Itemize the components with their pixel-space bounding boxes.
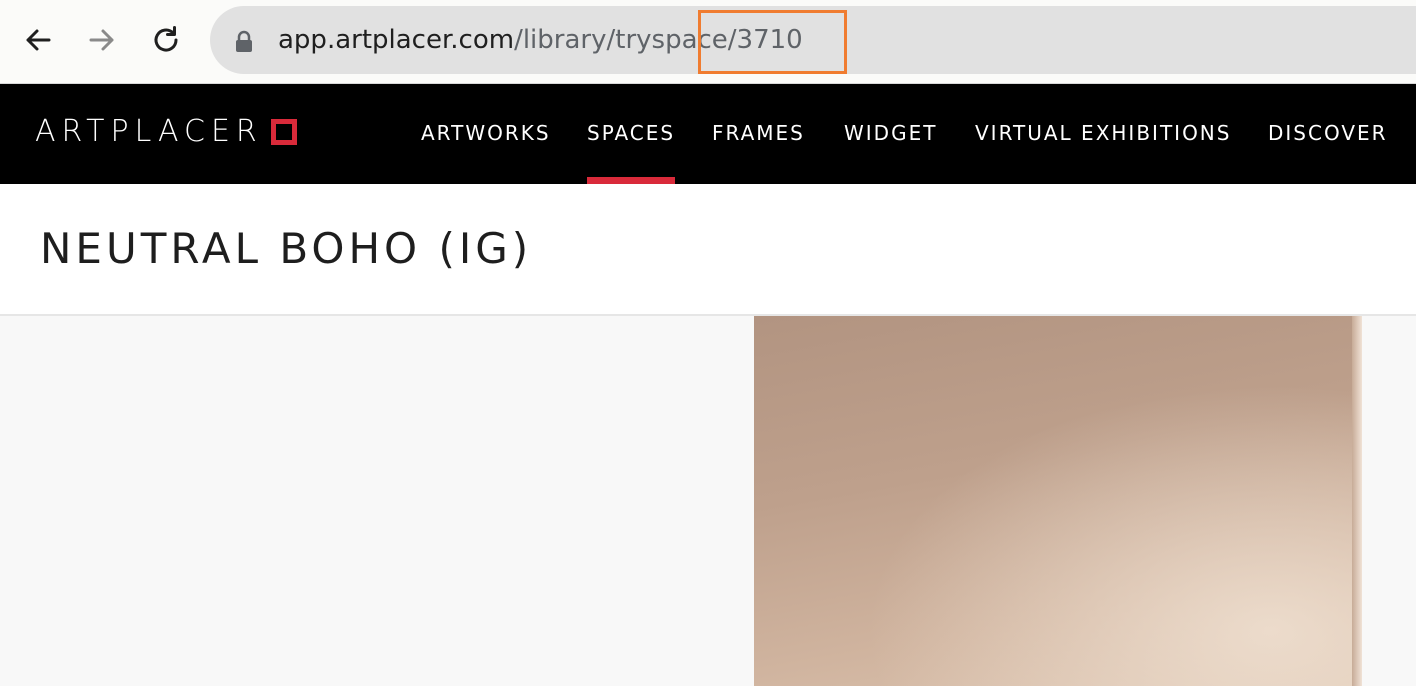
logo-square-icon [270,118,297,145]
page-title: NEUTRAL BOHO (IG) [40,224,533,273]
wall-edge [1352,316,1362,686]
lock-icon [236,30,252,52]
url-path: /library/tryspace/3710 [514,25,803,55]
forward-button[interactable] [84,22,120,58]
nav-item-widget[interactable]: WIDGET [844,84,937,184]
nav-item-virtual-exhibitions[interactable]: VIRTUAL EXHIBITIONS [975,84,1231,184]
nav-item-artworks[interactable]: ARTWORKS [421,84,551,184]
nav-item-spaces[interactable]: SPACES [587,84,676,184]
room-preview-image[interactable] [754,316,1362,686]
url-domain: app.artplacer.com [278,25,515,55]
title-section: NEUTRAL BOHO (IG) [0,184,1416,316]
address-bar[interactable]: app.artplacer.com/library/tryspace/3710 [210,6,1416,74]
logo-text: ARTPLACER [35,114,263,149]
site-header: ARTPLACER ARTWORKS SPACES FRAMES WIDGET … [0,84,1416,184]
content-area [0,316,1416,686]
back-button[interactable] [20,22,56,58]
arrow-left-icon [26,29,51,51]
site-logo[interactable]: ARTPLACER [35,114,297,149]
nav-item-frames[interactable]: FRAMES [712,84,805,184]
reload-icon [154,26,178,52]
url-text[interactable]: app.artplacer.com/library/tryspace/3710 [278,6,803,74]
nav-item-discover[interactable]: DISCOVER [1268,84,1388,184]
arrow-right-icon [89,29,114,51]
reload-button[interactable] [148,22,184,58]
browser-toolbar: app.artplacer.com/library/tryspace/3710 [0,0,1416,84]
